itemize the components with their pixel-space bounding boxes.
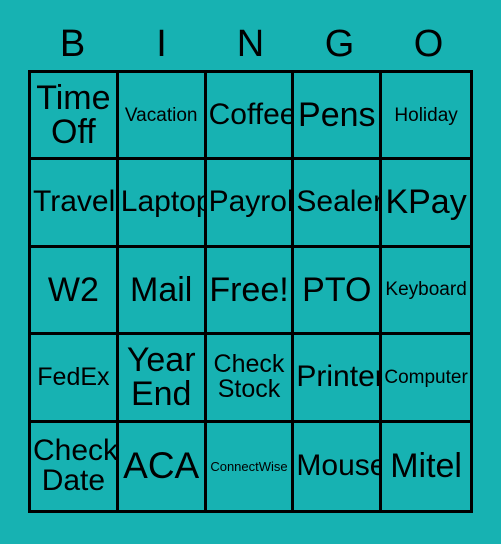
bingo-cell-label: Vacation xyxy=(124,104,198,126)
header-letter-i: I xyxy=(156,23,167,65)
bingo-cell[interactable]: Coffee xyxy=(206,73,295,161)
bingo-cell-label: Pens xyxy=(298,95,376,134)
header-letter-n: N xyxy=(236,23,265,65)
bingo-cell-label: FedEx xyxy=(37,362,110,391)
bingo-cell-label: Mail xyxy=(130,270,193,309)
bingo-cell[interactable]: ConnectWise xyxy=(207,422,295,510)
bingo-cell-label: Keyboard xyxy=(385,279,467,301)
bingo-cell[interactable]: Pens xyxy=(294,73,383,161)
bingo-cell[interactable]: Check Date xyxy=(31,422,119,510)
bingo-cell[interactable]: Time Off xyxy=(31,73,119,161)
bingo-cell-label: Check Stock xyxy=(213,349,285,404)
header-letter-b: B xyxy=(59,23,86,65)
bingo-cell[interactable]: FedEx xyxy=(31,335,119,423)
bingo-cell[interactable]: Holiday xyxy=(382,73,470,161)
bingo-cell-label: ConnectWise xyxy=(210,458,288,474)
bingo-cell[interactable]: Year End xyxy=(118,335,207,423)
bingo-cell[interactable]: PTO xyxy=(294,247,383,336)
bingo-cell[interactable]: Check Stock xyxy=(206,335,295,423)
bingo-cell[interactable]: Printer xyxy=(294,335,383,423)
bingo-cell[interactable]: Mitel xyxy=(382,423,470,510)
bingo-cell-label: Payroll xyxy=(208,185,295,219)
header-letter-o: O xyxy=(413,23,444,65)
bingo-cell[interactable]: Sealer xyxy=(294,160,383,248)
bingo-cell-label: Sealer xyxy=(296,185,383,219)
bingo-cell-label: KPay xyxy=(385,183,467,222)
bingo-grid: Time Off Vacation Coffee Pens Holiday Tr… xyxy=(28,70,473,513)
bingo-cell[interactable]: Mail xyxy=(118,247,207,336)
bingo-cell[interactable]: Vacation xyxy=(118,73,207,161)
bingo-cell[interactable]: KPay xyxy=(382,160,470,248)
bingo-cell-label: Mitel xyxy=(390,446,462,485)
bingo-cell-label: Coffee xyxy=(208,97,295,131)
bingo-header: B I N G O xyxy=(28,18,473,70)
bingo-cell-label: Time Off xyxy=(36,78,111,152)
bingo-cell-label: Travel xyxy=(33,185,116,219)
bingo-cell[interactable]: Laptop xyxy=(118,160,207,248)
bingo-cell[interactable]: Travel xyxy=(31,160,119,248)
bingo-cell[interactable]: Keyboard xyxy=(382,248,470,336)
bingo-cell-label: W2 xyxy=(47,270,99,309)
bingo-cell-label: Laptop xyxy=(120,185,207,219)
bingo-cell-label: Holiday xyxy=(394,104,458,126)
bingo-cell-label: Check Date xyxy=(33,433,119,498)
bingo-cell-label: Printer xyxy=(296,360,383,394)
bingo-cell[interactable]: ACA xyxy=(119,422,207,510)
bingo-cell[interactable]: Computer xyxy=(382,335,470,423)
header-letter-g: G xyxy=(324,23,355,65)
bingo-cell-label: PTO xyxy=(302,270,372,309)
bingo-cell-label: Mouse xyxy=(296,449,383,482)
bingo-cell-label: Year End xyxy=(126,340,196,414)
bingo-cell-label: Computer xyxy=(384,366,468,388)
bingo-cell[interactable]: Mouse xyxy=(294,422,383,510)
bingo-cell[interactable]: W2 xyxy=(31,247,119,336)
bingo-cell-free[interactable]: Free! xyxy=(206,247,295,336)
bingo-cell-label: Free! xyxy=(209,270,289,309)
bingo-cell[interactable]: Payroll xyxy=(206,160,295,248)
bingo-card: B I N G O Time Off Vacation Coffee Pens … xyxy=(0,0,501,544)
bingo-cell-label: ACA xyxy=(123,445,200,487)
